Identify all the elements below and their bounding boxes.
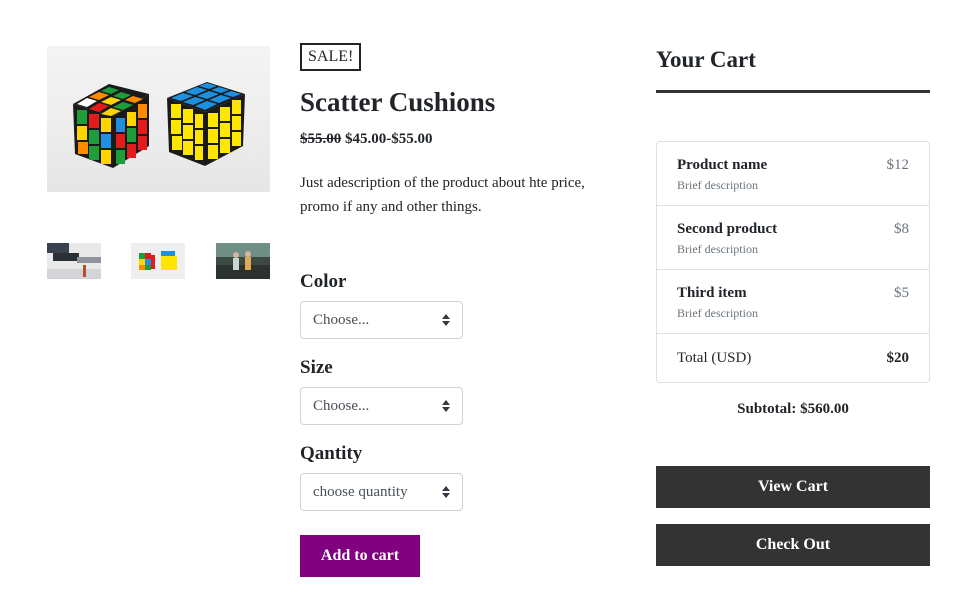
cart-item-price: $12	[886, 157, 910, 173]
cart-heading: Your Cart	[656, 47, 756, 72]
add-to-cart-button[interactable]: Add to cart	[300, 535, 420, 577]
cart-item-name: Product name	[677, 157, 768, 173]
cart-item-name: Second product	[677, 221, 778, 237]
cart-item-description: Brief description	[677, 306, 758, 320]
cart-item-description: Brief description	[677, 242, 758, 256]
size-select[interactable]: Choose...	[300, 387, 463, 425]
yellow-blue-cube	[167, 82, 245, 166]
sort-caret-icon	[441, 388, 450, 424]
cart-item-name: Third item	[677, 285, 747, 301]
cart-list: Product name Brief description $12 Secon…	[656, 141, 930, 383]
product-description: Just adescription of the product about h…	[300, 175, 585, 215]
cart-item: Third item Brief description $5	[657, 270, 929, 334]
quantity-select[interactable]: choose quantity	[300, 473, 463, 511]
price-range: $45.00-$55.00	[345, 131, 433, 147]
cart-item: Product name Brief description $12	[657, 142, 929, 206]
sort-caret-icon	[441, 302, 450, 338]
thumbnail-rubiks-cubes-photo[interactable]	[131, 243, 185, 279]
quantity-label: Qantity	[300, 443, 363, 464]
old-price: $55.00	[300, 131, 342, 147]
quantity-select-value: choose quantity	[313, 484, 408, 500]
color-select[interactable]: Choose...	[300, 301, 463, 339]
cart-item-description: Brief description	[677, 178, 758, 192]
sale-badge: SALE!	[300, 43, 362, 71]
cart-item-price: $5	[894, 285, 909, 301]
thumbnail-desk-photo[interactable]	[47, 243, 101, 279]
cart-divider	[656, 90, 930, 93]
size-select-value: Choose...	[313, 398, 370, 414]
sort-caret-icon	[441, 474, 450, 510]
view-cart-button[interactable]: View Cart	[656, 466, 930, 508]
check-out-button[interactable]: Check Out	[656, 524, 930, 566]
cart-total-label: Total (USD)	[677, 350, 752, 366]
cart-subtotal: Subtotal: $560.00	[737, 401, 849, 417]
cart-item-price: $8	[894, 221, 909, 237]
product-title: Scatter Cushions	[300, 87, 496, 117]
color-select-value: Choose...	[313, 312, 370, 328]
color-label: Color	[300, 271, 347, 292]
cart-total-amount: $20	[886, 350, 910, 366]
multicolor-cube	[73, 84, 149, 168]
size-label: Size	[300, 357, 333, 378]
price-row: $55.00 $45.00-$55.00	[300, 128, 433, 150]
cart-total-row: Total (USD) $20	[657, 334, 929, 382]
thumbnail-people-outdoors-photo[interactable]	[216, 243, 270, 279]
product-main-image	[47, 46, 270, 192]
cart-item: Second product Brief description $8	[657, 206, 929, 270]
